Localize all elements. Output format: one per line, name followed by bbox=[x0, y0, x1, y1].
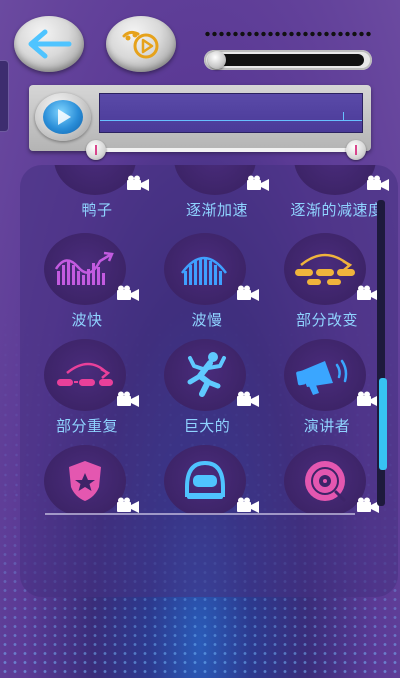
wave-slow-icon bbox=[180, 256, 228, 285]
video-camera-icon bbox=[247, 175, 269, 191]
trim-end-handle[interactable] bbox=[346, 140, 366, 160]
vinyl-disc-icon bbox=[305, 461, 346, 502]
level-dots bbox=[204, 31, 372, 37]
effect-item-disc[interactable] bbox=[272, 445, 382, 515]
video-camera-play-icon bbox=[122, 30, 159, 59]
effect-item-astronaut[interactable] bbox=[152, 445, 262, 515]
video-camera-icon bbox=[117, 285, 139, 301]
video-camera-icon bbox=[117, 391, 139, 407]
play-icon bbox=[58, 109, 71, 125]
effect-label: 演讲者 bbox=[303, 417, 351, 435]
partial-change-icon bbox=[295, 253, 355, 285]
effect-label: 鸭子 bbox=[81, 201, 113, 219]
effect-label: 波慢 bbox=[191, 311, 223, 329]
effect-label: 部分改变 bbox=[295, 311, 358, 329]
effect-item-partial-repeat[interactable]: 部分重复 bbox=[32, 339, 142, 439]
volume-slider[interactable] bbox=[204, 50, 372, 70]
effect-item[interactable]: 逐渐加速 bbox=[162, 165, 272, 223]
effects-grid[interactable]: 鸭子 逐渐加速 逐渐的减速度 波快 波慢 部分改变 部分重复 巨大的 演讲者 bbox=[20, 165, 390, 515]
scrollbar-thumb[interactable] bbox=[379, 378, 387, 470]
effect-item-speaker[interactable]: 演讲者 bbox=[272, 339, 382, 439]
video-button[interactable] bbox=[106, 16, 176, 72]
effect-item-partial-change[interactable]: 部分改变 bbox=[272, 233, 382, 333]
police-badge-icon bbox=[69, 461, 101, 501]
effect-label: 部分重复 bbox=[55, 417, 118, 435]
slider-track bbox=[214, 54, 364, 66]
effect-label: 巨大的 bbox=[183, 417, 231, 435]
waveform-peak bbox=[343, 112, 344, 121]
grid-divider bbox=[45, 513, 355, 515]
waveform-line bbox=[100, 120, 362, 121]
video-camera-icon bbox=[127, 175, 149, 191]
effect-label: 逐渐的减速度 bbox=[290, 201, 384, 219]
effect-item[interactable]: 逐渐的减速度 bbox=[282, 165, 390, 223]
video-camera-icon bbox=[237, 285, 259, 301]
side-drawer-tab[interactable] bbox=[0, 60, 9, 132]
giant-icon bbox=[187, 352, 226, 397]
effect-item-wave-slow[interactable]: 波慢 bbox=[152, 233, 262, 333]
back-button[interactable] bbox=[14, 16, 84, 72]
play-button[interactable] bbox=[35, 93, 91, 141]
video-camera-icon bbox=[237, 391, 259, 407]
megaphone-icon bbox=[296, 359, 348, 395]
waveform-display[interactable] bbox=[99, 93, 363, 133]
trim-start-handle[interactable] bbox=[86, 140, 106, 160]
slider-knob[interactable] bbox=[208, 51, 226, 69]
effect-item-wave-fast[interactable]: 波快 bbox=[32, 233, 142, 333]
effect-label: 波快 bbox=[71, 311, 103, 329]
wave-fast-icon bbox=[54, 251, 114, 285]
effect-item-police[interactable] bbox=[32, 445, 142, 515]
video-camera-icon bbox=[367, 175, 389, 191]
effect-label: 逐渐加速 bbox=[185, 201, 248, 219]
audio-player bbox=[29, 85, 371, 151]
trim-range-track bbox=[96, 148, 358, 152]
partial-repeat-icon bbox=[57, 362, 113, 386]
back-arrow-icon bbox=[28, 29, 72, 59]
astronaut-helmet-icon bbox=[185, 460, 225, 499]
effect-item[interactable]: 鸭子 bbox=[42, 165, 152, 223]
effect-item-giant[interactable]: 巨大的 bbox=[152, 339, 262, 439]
